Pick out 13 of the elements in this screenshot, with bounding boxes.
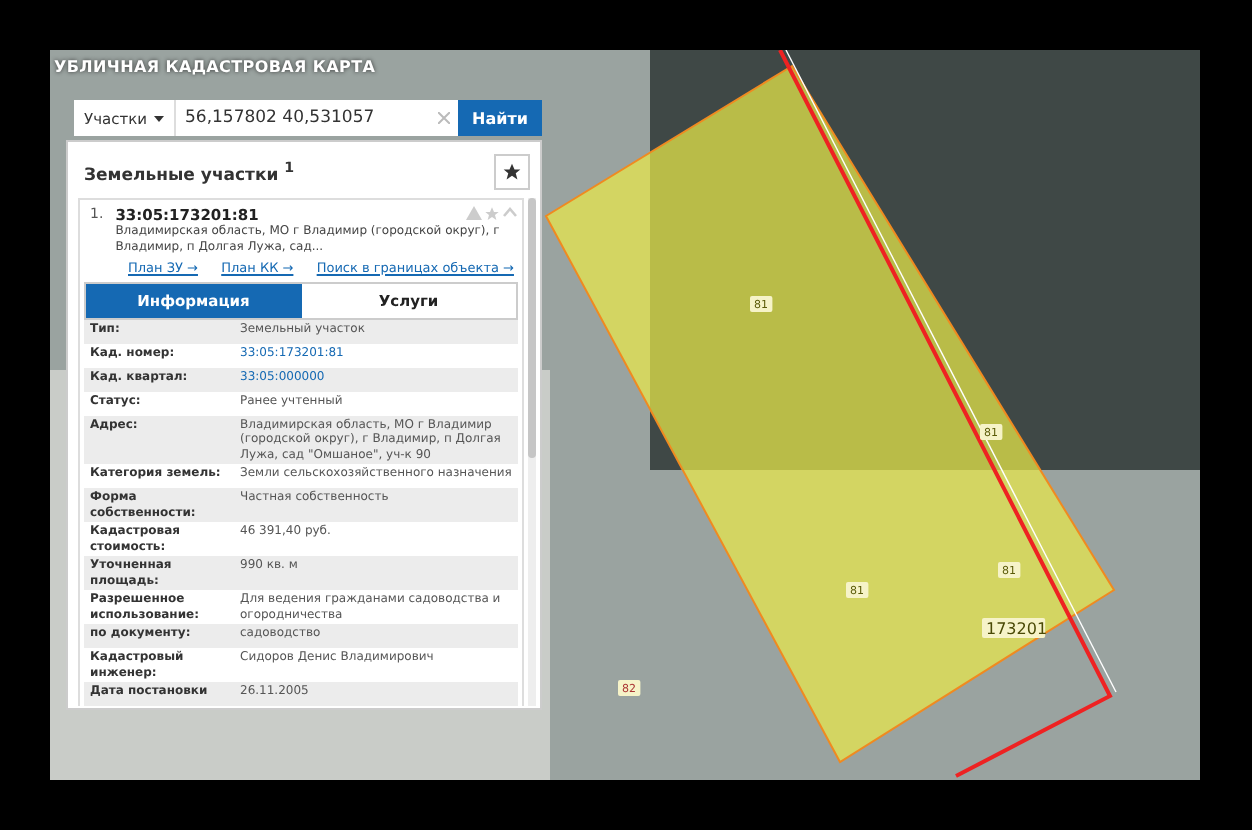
scrollbar[interactable]	[528, 198, 536, 707]
warning-icon[interactable]	[466, 206, 482, 220]
star-icon[interactable]	[484, 206, 500, 222]
favorite-button[interactable]	[494, 154, 530, 190]
panel-title: Земельные участки $^{1}$	[84, 158, 295, 186]
collapse-icon[interactable]	[502, 206, 518, 218]
map-title: УБЛИЧНАЯ КАДАСТРОВАЯ КАРТА	[54, 58, 376, 76]
clear-icon[interactable]	[430, 100, 459, 136]
star-icon	[502, 162, 522, 182]
search-field[interactable]: 56,157802 40,531057	[175, 100, 431, 136]
find-button[interactable]: Найти	[458, 100, 542, 136]
map-label: 173201	[982, 618, 1048, 638]
caret-icon	[153, 115, 163, 121]
